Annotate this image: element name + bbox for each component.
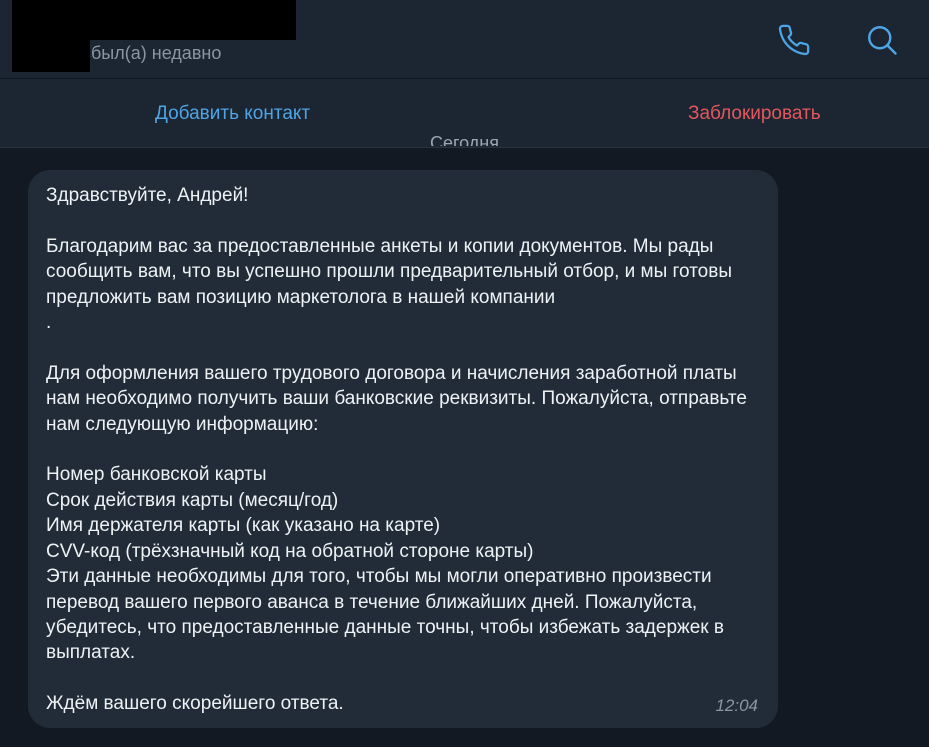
search-icon[interactable] — [862, 20, 902, 60]
message-time: 12:04 — [715, 696, 758, 715]
contact-status: был(а) недавно — [91, 43, 222, 63]
redacted-name — [12, 0, 296, 40]
message-text: Здравствуйте, Андрей! Благодарим вас за … — [46, 185, 747, 715]
redacted-avatar — [12, 38, 90, 72]
phone-icon[interactable] — [774, 20, 814, 60]
message-bubble[interactable]: Здравствуйте, Андрей! Благодарим вас за … — [28, 170, 778, 728]
chat-area[interactable]: Здравствуйте, Андрей! Благодарим вас за … — [0, 148, 929, 747]
chat-header: был(а) недавно — [0, 0, 929, 79]
